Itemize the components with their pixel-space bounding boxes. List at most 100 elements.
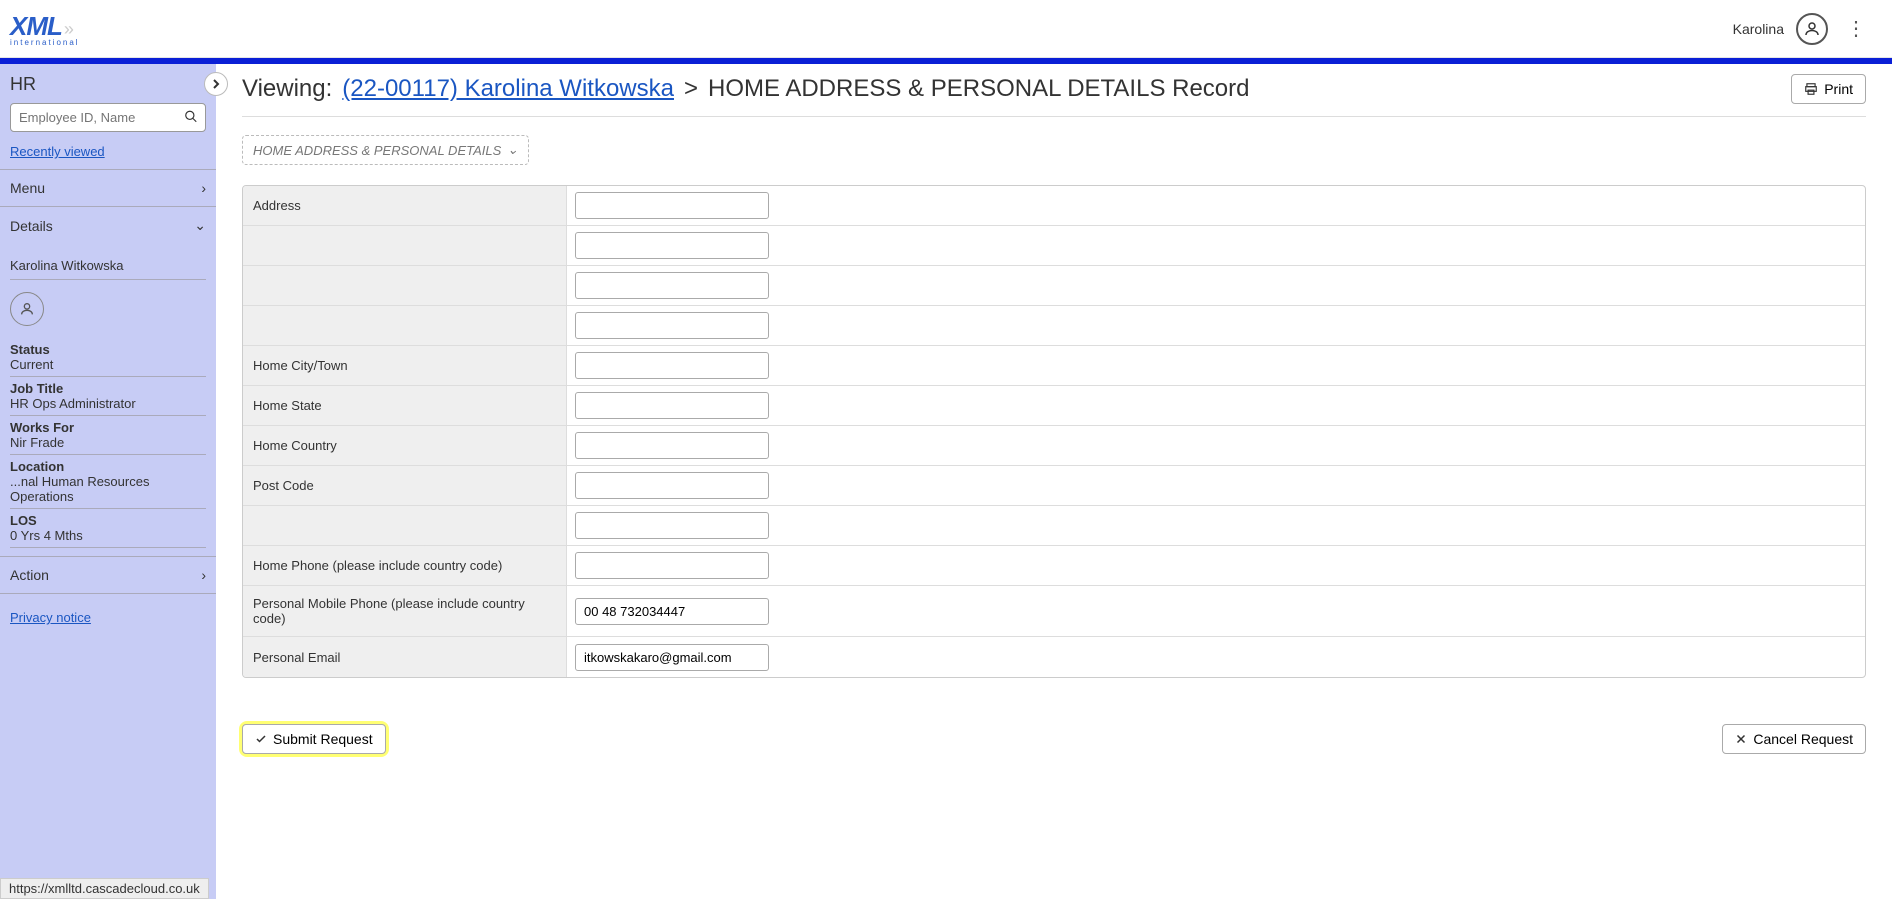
action-label: Action <box>10 567 49 583</box>
logo[interactable]: XML» international <box>10 11 80 47</box>
post-code-input[interactable] <box>575 472 769 499</box>
detail-label: Job Title <box>10 381 206 396</box>
viewing-label: Viewing: <box>242 75 332 103</box>
sidebar-search <box>10 103 206 132</box>
field-label <box>243 506 567 545</box>
field-label: Post Code <box>243 466 567 505</box>
field-label <box>243 226 567 265</box>
topbar: XML» international Karolina ⋮ <box>0 0 1892 58</box>
field-label: Address <box>243 186 567 225</box>
field-post-code: Post Code <box>243 466 1865 506</box>
chevron-down-icon: ⌄ <box>194 217 206 234</box>
field-label <box>243 266 567 305</box>
detail-job-title: Job Title HR Ops Administrator <box>10 377 206 416</box>
employee-avatar[interactable] <box>10 292 44 326</box>
main-content: Viewing: (22-00117) Karolina Witkowska >… <box>216 64 1892 899</box>
home-phone-input[interactable] <box>575 552 769 579</box>
field-label: Personal Mobile Phone (please include co… <box>243 586 567 636</box>
print-label: Print <box>1824 81 1853 97</box>
personal-email-input[interactable] <box>575 644 769 671</box>
detail-label: Location <box>10 459 206 474</box>
breadcrumb-separator: > <box>684 75 698 103</box>
field-label: Personal Email <box>243 637 567 677</box>
menu-label: Menu <box>10 180 45 196</box>
check-icon <box>255 733 267 745</box>
breadcrumb: Viewing: (22-00117) Karolina Witkowska >… <box>242 75 1250 103</box>
address-input-3[interactable] <box>575 272 769 299</box>
close-icon <box>1735 733 1747 745</box>
print-icon <box>1804 82 1818 96</box>
view-header: Viewing: (22-00117) Karolina Witkowska >… <box>242 74 1866 117</box>
person-icon <box>19 301 35 317</box>
address-input-2[interactable] <box>575 232 769 259</box>
address-input[interactable] <box>575 192 769 219</box>
privacy-notice-link[interactable]: Privacy notice <box>0 594 216 641</box>
home-country-input[interactable] <box>575 432 769 459</box>
person-icon <box>1803 20 1821 38</box>
sidebar-action-row[interactable]: Action › <box>0 557 216 594</box>
search-input[interactable] <box>10 103 206 132</box>
detail-value: Current <box>10 357 206 372</box>
sidebar-menu-row[interactable]: Menu › <box>0 170 216 207</box>
detail-value: 0 Yrs 4 Mths <box>10 528 206 543</box>
search-icon[interactable] <box>184 109 198 126</box>
home-state-input[interactable] <box>575 392 769 419</box>
field-home-country: Home Country <box>243 426 1865 466</box>
field-address-4 <box>243 306 1865 346</box>
submit-request-button[interactable]: Submit Request <box>242 724 386 754</box>
detail-label: Status <box>10 342 206 357</box>
username-label: Karolina <box>1733 21 1784 37</box>
address-input-4[interactable] <box>575 312 769 339</box>
action-bar: Submit Request Cancel Request <box>242 678 1866 764</box>
field-home-state: Home State <box>243 386 1865 426</box>
field-label: Home Country <box>243 426 567 465</box>
kebab-menu-icon[interactable]: ⋮ <box>1840 16 1872 41</box>
field-label <box>243 306 567 345</box>
field-address-3 <box>243 266 1865 306</box>
detail-los: LOS 0 Yrs 4 Mths <box>10 509 206 548</box>
field-address: Address <box>243 186 1865 226</box>
detail-label: LOS <box>10 513 206 528</box>
chevron-right-icon: › <box>201 180 206 196</box>
sidebar-details-row[interactable]: Details ⌄ <box>0 207 216 244</box>
detail-status: Status Current <box>10 338 206 377</box>
section-crumb[interactable]: HOME ADDRESS & PERSONAL DETAILS ⌄ <box>242 135 529 165</box>
section-crumb-label: HOME ADDRESS & PERSONAL DETAILS <box>253 143 501 158</box>
employee-name: Karolina Witkowska <box>10 252 206 280</box>
detail-value: HR Ops Administrator <box>10 396 206 411</box>
sidebar-title: HR <box>10 74 36 95</box>
mobile-phone-input[interactable] <box>575 598 769 625</box>
field-mobile-phone: Personal Mobile Phone (please include co… <box>243 586 1865 637</box>
topbar-right: Karolina ⋮ <box>1733 13 1872 45</box>
detail-location: Location ...nal Human Resources Operatio… <box>10 455 206 509</box>
blank-input[interactable] <box>575 512 769 539</box>
user-avatar[interactable] <box>1796 13 1828 45</box>
chevron-right-icon <box>211 79 221 89</box>
field-address-2 <box>243 226 1865 266</box>
cancel-label: Cancel Request <box>1753 731 1853 747</box>
detail-value: Nir Frade <box>10 435 206 450</box>
detail-label: Works For <box>10 420 206 435</box>
sidebar-collapse-button[interactable] <box>204 72 228 96</box>
form-table: Address Home City/Town Home State <box>242 185 1866 678</box>
detail-value: ...nal Human Resources Operations <box>10 474 206 504</box>
print-button[interactable]: Print <box>1791 74 1866 104</box>
logo-text: XML <box>10 11 62 41</box>
record-link[interactable]: (22-00117) Karolina Witkowska <box>342 75 674 103</box>
field-label: Home State <box>243 386 567 425</box>
sidebar-details-body: Karolina Witkowska Status Current Job Ti… <box>0 244 216 556</box>
cancel-request-button[interactable]: Cancel Request <box>1722 724 1866 754</box>
sidebar: HR Recently viewed Menu › Details ⌄ Karo… <box>0 64 216 899</box>
record-title: HOME ADDRESS & PERSONAL DETAILS Record <box>708 75 1250 103</box>
home-city-input[interactable] <box>575 352 769 379</box>
field-blank <box>243 506 1865 546</box>
logo-arrows-icon: » <box>64 19 74 39</box>
sidebar-menu-section: Menu › Details ⌄ <box>0 169 216 244</box>
field-personal-email: Personal Email <box>243 637 1865 677</box>
field-home-city: Home City/Town <box>243 346 1865 386</box>
recently-viewed-link[interactable]: Recently viewed <box>0 140 216 169</box>
details-label: Details <box>10 218 53 234</box>
detail-works-for: Works For Nir Frade <box>10 416 206 455</box>
sidebar-header: HR <box>0 64 216 103</box>
chevron-right-icon: › <box>201 567 206 583</box>
